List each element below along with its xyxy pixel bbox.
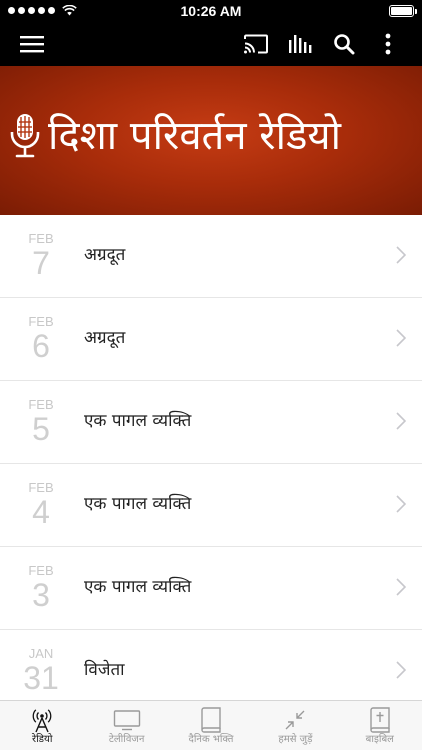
search-icon[interactable] <box>324 22 364 66</box>
cast-icon[interactable] <box>236 22 276 66</box>
episode-title: अग्रदूत <box>84 328 126 348</box>
equalizer-icon[interactable] <box>280 22 320 66</box>
chevron-right-icon <box>396 495 406 513</box>
episode-date: FEB 5 <box>22 397 60 447</box>
episode-title: एक पागल व्यक्ति <box>84 494 192 514</box>
station-title: दिशा परिवर्तन रेडियो <box>48 113 341 159</box>
episode-title: विजेता <box>84 660 125 680</box>
tab-radio[interactable]: रेडियो <box>0 701 84 750</box>
bible-icon <box>370 707 390 733</box>
episode-date: FEB 3 <box>22 563 60 613</box>
connect-arrows-icon <box>285 710 305 730</box>
menu-icon[interactable] <box>12 22 52 66</box>
status-time: 10:26 AM <box>180 3 242 19</box>
battery-icon <box>389 5 417 17</box>
episode-date: FEB 7 <box>22 231 60 281</box>
episode-month: FEB <box>28 314 54 329</box>
episode-date: FEB 4 <box>22 480 60 530</box>
chevron-right-icon <box>396 412 406 430</box>
episode-day: 31 <box>23 660 59 696</box>
status-bar: 10:26 AM <box>0 0 422 22</box>
tab-television[interactable]: टेलीविजन <box>84 701 168 750</box>
episode-row[interactable]: JAN 31 विजेता <box>0 630 422 700</box>
chevron-right-icon <box>396 246 406 264</box>
chevron-right-icon <box>396 329 406 347</box>
episode-row[interactable]: FEB 5 एक पागल व्यक्ति <box>0 381 422 464</box>
episode-month: FEB <box>28 397 54 412</box>
episode-row[interactable]: FEB 7 अग्रदूत <box>0 215 422 298</box>
tv-icon <box>113 710 140 731</box>
episode-list: FEB 7 अग्रदूत FEB 6 अग्रदूत FEB 5 एक पाग… <box>0 215 422 700</box>
tab-bible[interactable]: बाइबिल <box>338 701 422 750</box>
microphone-icon <box>10 114 40 158</box>
episode-row[interactable]: FEB 6 अग्रदूत <box>0 298 422 381</box>
tab-connect[interactable]: हमसे जुड़ें <box>253 701 337 750</box>
more-options-icon[interactable] <box>368 22 408 66</box>
tab-daily-devotion[interactable]: दैनिक भक्ति <box>169 701 253 750</box>
top-nav-bar <box>0 22 422 66</box>
episode-title: एक पागल व्यक्ति <box>84 577 192 597</box>
tab-label: हमसे जुड़ें <box>278 734 313 745</box>
episode-day: 7 <box>32 245 50 281</box>
episode-month: FEB <box>28 563 54 578</box>
tab-label: रेडियो <box>31 734 53 745</box>
chevron-right-icon <box>396 661 406 679</box>
chevron-right-icon <box>396 578 406 596</box>
episode-date: JAN 31 <box>22 646 60 696</box>
episode-day: 5 <box>32 411 50 447</box>
episode-row[interactable]: FEB 3 एक पागल व्यक्ति <box>0 547 422 630</box>
station-banner: दिशा परिवर्तन रेडियो <box>0 66 422 215</box>
tab-label: टेलीविजन <box>108 734 145 745</box>
radio-tower-icon <box>32 709 52 733</box>
tab-label: बाइबिल <box>365 734 394 745</box>
episode-row[interactable]: FEB 4 एक पागल व्यक्ति <box>0 464 422 547</box>
episode-day: 3 <box>32 577 50 613</box>
episode-month: JAN <box>28 646 54 661</box>
episode-date: FEB 6 <box>22 314 60 364</box>
episode-month: FEB <box>28 231 54 246</box>
episode-day: 4 <box>32 494 50 530</box>
episode-title: अग्रदूत <box>84 245 126 265</box>
episode-day: 6 <box>32 328 50 364</box>
episode-month: FEB <box>28 480 54 495</box>
tab-bar: रेडियो टेलीविजन दैनिक भक्ति हमसे जुड़ें <box>0 700 422 750</box>
book-icon <box>201 707 221 733</box>
tab-label: दैनिक भक्ति <box>188 734 234 745</box>
episode-title: एक पागल व्यक्ति <box>84 411 192 431</box>
